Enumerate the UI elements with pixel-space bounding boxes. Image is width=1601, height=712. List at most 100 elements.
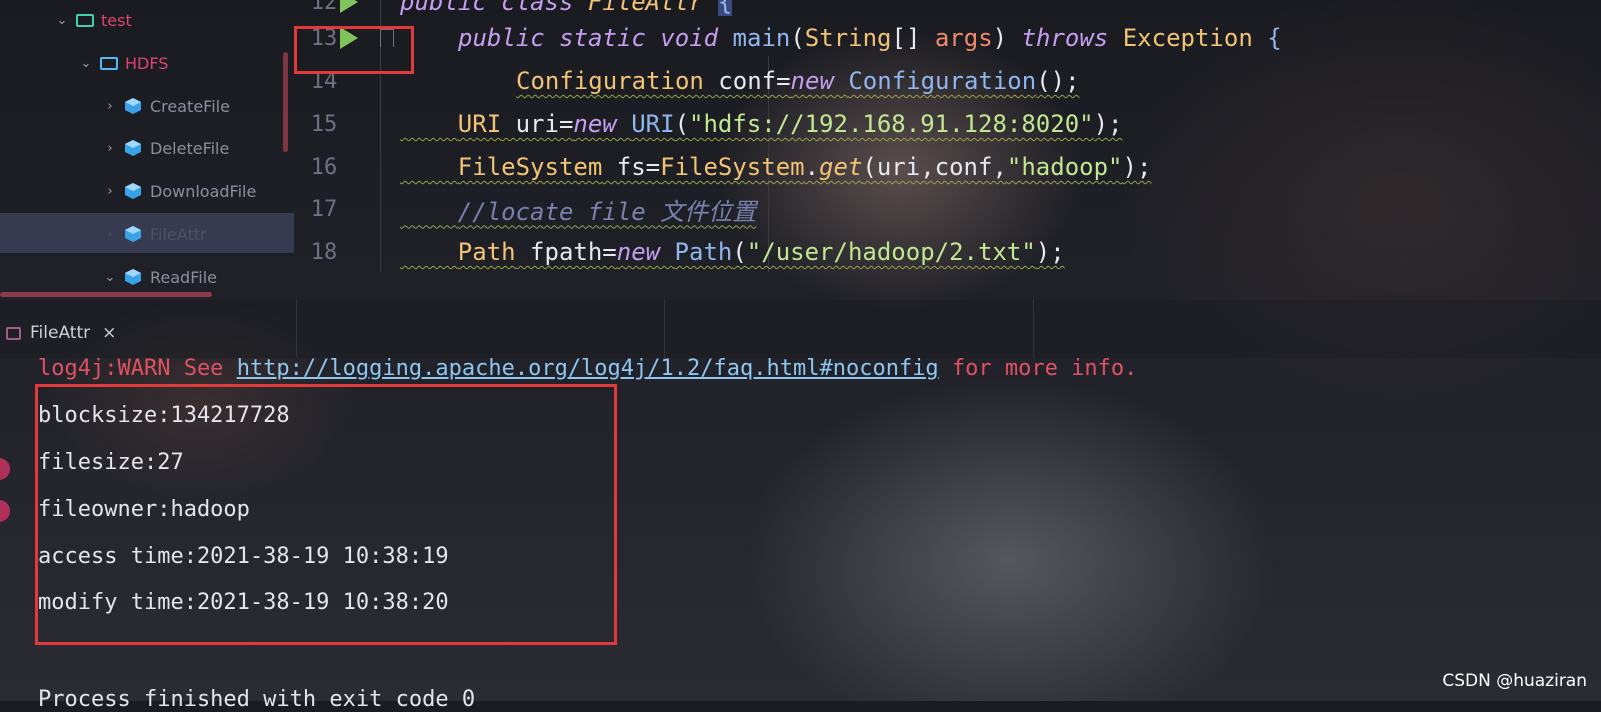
java-class-icon [125,183,141,199]
warn-text: for more info. [938,356,1138,381]
type-name: FileSystem [660,153,805,181]
keyword: public static void [458,24,733,52]
tree-item-label: CreateFile [150,96,230,116]
punctuation: (); [1036,67,1080,95]
code-editor[interactable]: 12 public class FileAttr { 13 public sta… [294,0,1601,272]
tree-item-hdfs[interactable]: ⌄ HDFS [78,49,169,77]
watermark: CSDN @huaziran [1442,671,1587,691]
line-number: 18 [310,239,338,265]
faq-link[interactable]: http://logging.apache.org/log4j/1.2/faq.… [237,356,939,381]
tree-item-fileattr[interactable]: › FileAttr [102,220,207,248]
code-line-15: 15 URI uri=new URI("hdfs://192.168.91.12… [296,104,1601,144]
paren: ( [732,238,747,266]
type-name: FileSystem [457,153,603,181]
tree-item-readfile[interactable]: ⌄ ReadFile [102,263,217,291]
console-warn-line: log4j:WARN See http://logging.apache.org… [38,356,1137,381]
run-gutter-highlight-box [294,26,414,74]
type-name: Configuration [516,67,704,95]
warn-text: log4j:WARN See [38,356,237,381]
tree-item-label: HDFS [125,53,169,73]
keyword: throws [1021,24,1123,52]
run-tool-window-header [0,300,1601,358]
project-tree: ⌄ test ⌄ HDFS › CreateFile › DeleteFile … [0,0,294,300]
punctuation: ); [1093,110,1123,138]
java-class-icon [125,140,141,156]
paren: ) [992,24,1022,52]
code-line-18: 18 Path fpath=new Path("/user/hadoop/2.t… [296,232,1601,272]
brackets: [] [891,24,935,52]
run-tab-fileattr[interactable]: FileAttr × [6,318,116,348]
chevron-right-icon[interactable]: › [102,227,118,242]
java-class-icon [125,269,141,285]
paren: ( [790,24,805,52]
tree-item-test[interactable]: ⌄ test [54,6,132,34]
console-exit-line: Process finished with exit code 0 [38,687,476,712]
run-config-icon [6,326,21,340]
code-line-17: 17 //locate file 文件位置 [296,189,1601,229]
type-name: String [804,24,892,52]
method-name: main [732,24,791,52]
run-class-icon[interactable] [340,0,358,13]
tree-item-label: FileAttr [150,224,207,244]
java-class-icon [125,226,141,242]
paren: ( [674,110,690,138]
dot: . [804,153,820,181]
output-highlight-box [35,384,617,645]
header-divider [1033,300,1034,358]
constructor: URI [631,110,675,138]
line-number: 17 [310,196,338,222]
folder-icon [100,56,118,70]
header-divider [664,300,665,358]
code-line-13: 13 public static void main(String[] args… [296,18,1601,58]
line-number: 15 [310,111,338,137]
arguments: (uri,conf, [862,153,1007,181]
java-class-icon [125,98,141,114]
type-name: Exception [1122,24,1253,52]
close-icon[interactable]: × [102,323,116,343]
keyword: new [616,238,675,266]
string-literal: "hadoop" [1006,153,1123,181]
code-line-16: 16 FileSystem fs=FileSystem.get(uri,conf… [296,147,1601,187]
brace: { [717,0,733,16]
variable: conf= [703,67,791,95]
type-name: URI [457,110,502,138]
comment: //locate file 文件位置 [457,197,757,226]
header-divider [296,300,297,358]
parameter: args [934,24,993,52]
tree-vertical-scrollbar[interactable] [283,52,288,152]
method-call: get [819,153,863,181]
tree-item-downloadfile[interactable]: › DownloadFile [102,177,256,205]
tree-item-deletefile[interactable]: › DeleteFile [102,134,229,162]
variable: uri= [501,110,574,138]
tree-item-label: DeleteFile [150,138,230,158]
chevron-down-icon[interactable]: ⌄ [54,13,70,28]
punctuation: ); [1122,153,1152,181]
brace: { [1252,24,1282,52]
tree-item-label: DownloadFile [150,181,257,201]
punctuation: ); [1035,238,1065,266]
tree-horizontal-scrollbar[interactable] [0,292,212,297]
constructor: Path [674,238,733,266]
chevron-right-icon[interactable]: › [102,184,118,199]
chevron-right-icon[interactable]: › [102,141,118,156]
string-literal: "hdfs://192.168.91.128:8020" [689,110,1094,138]
tree-item-createfile[interactable]: › CreateFile [102,92,230,120]
tree-item-label: ReadFile [150,267,217,287]
run-tab-label: FileAttr [30,323,91,343]
chevron-down-icon[interactable]: ⌄ [102,270,118,285]
code-line-14: 14 Configuration conf=new Configuration(… [296,61,1601,101]
chevron-down-icon[interactable]: ⌄ [78,56,94,71]
keyword: new [573,110,632,138]
tree-item-label: test [101,10,132,30]
test-folder-icon [76,13,94,27]
variable: fs= [602,153,661,181]
chevron-right-icon[interactable]: › [102,99,118,114]
class-name: FileAttr [587,0,718,16]
keyword: public class [400,0,588,16]
string-literal: "/user/hadoop/2.txt" [746,238,1036,266]
type-name: Path [457,238,516,266]
variable: fpath= [515,238,617,266]
line-number: 16 [310,154,338,180]
constructor: Configuration [848,67,1037,95]
keyword: new [790,67,849,95]
